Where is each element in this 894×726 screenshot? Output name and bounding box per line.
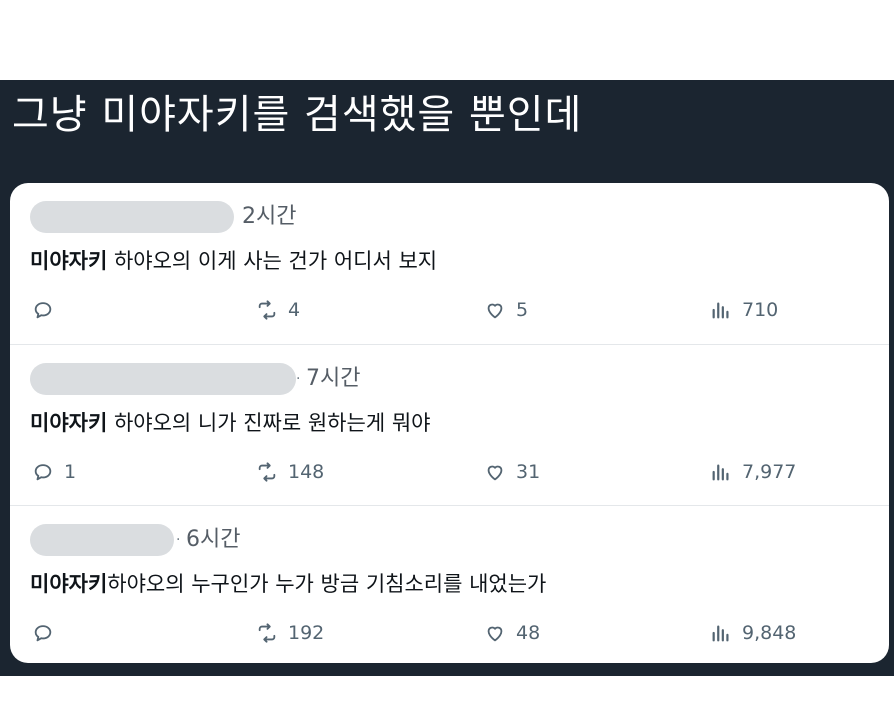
tweet-card[interactable]: 2시간 미야자키 하야오의 이게 사는 건가 어디서 보지 4 5 710 <box>10 183 889 344</box>
blurred-username <box>30 363 296 395</box>
tweet-body: 하야오의 니가 진짜로 원하는게 뭐야 <box>107 411 431 435</box>
like-count: 5 <box>516 299 529 321</box>
views-icon <box>712 302 729 319</box>
tweet-text: 미야자키 하야오의 이게 사는 건가 어디서 보지 <box>30 245 437 277</box>
reply-button[interactable]: 1 <box>32 457 76 487</box>
tweet-body: 하야오의 누구인가 누가 방금 기침소리를 내었는가 <box>107 572 547 596</box>
tweet-card[interactable]: · 6시간 미야자키하야오의 누구인가 누가 방금 기침소리를 내었는가 192… <box>10 505 889 663</box>
views-icon <box>712 625 729 642</box>
tweet-body: 하야오의 이게 사는 건가 어디서 보지 <box>107 249 438 273</box>
reply-button[interactable] <box>32 618 64 648</box>
tweet-timestamp: 2시간 <box>242 204 297 229</box>
separator-dot: · <box>296 371 301 387</box>
retweet-icon <box>258 623 276 643</box>
heart-icon <box>487 626 503 642</box>
tweet-text: 미야자키 하야오의 니가 진짜로 원하는게 뭐야 <box>30 407 430 439</box>
meme-banner: 그냥 미야자키를 검색했을 뿐인데 2시간 미야자키 하야오의 이게 사는 건가… <box>0 80 894 676</box>
reply-count: 1 <box>64 461 77 483</box>
blurred-username <box>30 201 234 233</box>
retweet-count: 148 <box>288 461 325 483</box>
tweet-timestamp: 7시간 <box>306 366 361 391</box>
heart-icon <box>487 465 503 481</box>
retweet-button[interactable]: 148 <box>256 457 324 487</box>
tweet-text: 미야자키하야오의 누구인가 누가 방금 기침소리를 내었는가 <box>30 568 546 600</box>
like-count: 31 <box>516 461 541 483</box>
blurred-username <box>30 524 174 556</box>
like-button[interactable]: 31 <box>484 457 540 487</box>
reply-button[interactable] <box>32 295 64 325</box>
retweet-count: 192 <box>288 622 325 644</box>
views-count: 9,848 <box>742 622 797 644</box>
reply-icon <box>34 625 52 642</box>
search-results-panel: 2시간 미야자키 하야오의 이게 사는 건가 어디서 보지 4 5 710 · <box>10 183 889 663</box>
views-count: 7,977 <box>742 461 797 483</box>
tweet-timestamp: 6시간 <box>186 527 241 552</box>
headline: 그냥 미야자키를 검색했을 뿐인데 <box>12 92 583 138</box>
views-button[interactable]: 710 <box>710 295 778 325</box>
reply-icon <box>34 302 52 319</box>
views-count: 710 <box>742 299 779 321</box>
like-button[interactable]: 5 <box>484 295 528 325</box>
retweet-button[interactable]: 4 <box>256 295 300 325</box>
tweet-card[interactable]: · 7시간 미야자키 하야오의 니가 진짜로 원하는게 뭐야 1 148 31 … <box>10 344 889 506</box>
retweet-count: 4 <box>288 299 301 321</box>
reply-icon <box>34 464 52 481</box>
views-button[interactable]: 7,977 <box>710 457 796 487</box>
retweet-icon <box>258 300 276 320</box>
search-keyword: 미야자키 <box>30 249 108 273</box>
retweet-icon <box>258 462 276 482</box>
heart-icon <box>487 303 503 319</box>
like-count: 48 <box>516 622 541 644</box>
views-icon <box>712 464 729 481</box>
like-button[interactable]: 48 <box>484 618 540 648</box>
search-keyword: 미야자키 <box>30 572 108 596</box>
separator-dot: · <box>176 532 181 548</box>
search-keyword: 미야자키 <box>30 411 108 435</box>
retweet-button[interactable]: 192 <box>256 618 324 648</box>
views-button[interactable]: 9,848 <box>710 618 796 648</box>
